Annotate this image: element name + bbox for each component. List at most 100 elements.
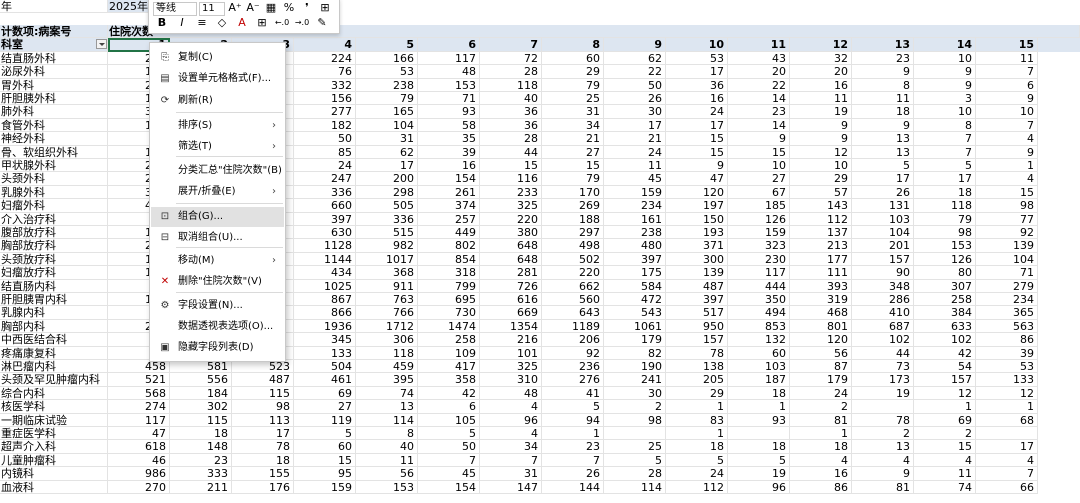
- table-cell[interactable]: 17: [232, 427, 294, 441]
- italic-button[interactable]: I: [173, 16, 191, 30]
- toolbar-button-5[interactable]: ⊞: [317, 1, 333, 15]
- table-cell[interactable]: 633: [914, 319, 976, 334]
- table-cell[interactable]: 81: [852, 480, 914, 494]
- table-cell[interactable]: 47: [108, 427, 170, 441]
- table-cell[interactable]: 306: [356, 333, 418, 347]
- table-cell[interactable]: 257: [418, 212, 480, 226]
- row-label[interactable]: 血液科: [0, 480, 108, 494]
- table-cell[interactable]: 86: [976, 333, 1038, 347]
- table-cell[interactable]: 1: [914, 400, 976, 414]
- table-cell[interactable]: 2: [604, 400, 666, 414]
- table-cell[interactable]: 216: [480, 333, 542, 347]
- table-cell[interactable]: 24: [666, 467, 728, 481]
- font-size-box[interactable]: 11: [199, 2, 225, 16]
- column-header-9[interactable]: 9: [604, 38, 666, 52]
- table-cell[interactable]: 96: [480, 413, 542, 427]
- table-cell[interactable]: 12: [790, 145, 852, 159]
- table-cell[interactable]: 190: [604, 360, 666, 374]
- table-cell[interactable]: 1354: [480, 319, 542, 334]
- table-cell[interactable]: 60: [728, 346, 790, 360]
- table-cell[interactable]: 21: [604, 132, 666, 146]
- table-cell[interactable]: 45: [418, 467, 480, 481]
- table-cell[interactable]: 92: [976, 226, 1038, 240]
- table-cell[interactable]: 461: [294, 373, 356, 387]
- table-cell[interactable]: 85: [294, 145, 356, 159]
- table-cell[interactable]: 213: [790, 239, 852, 253]
- table-cell[interactable]: 4: [480, 427, 542, 441]
- table-cell[interactable]: 1: [790, 427, 852, 441]
- table-cell[interactable]: 310: [480, 373, 542, 387]
- table-cell[interactable]: 15: [914, 440, 976, 454]
- table-cell[interactable]: 126: [728, 212, 790, 226]
- row-label[interactable]: 超声介入科: [0, 440, 108, 454]
- table-cell[interactable]: 93: [418, 105, 480, 119]
- table-cell[interactable]: 114: [604, 480, 666, 494]
- table-cell[interactable]: 397: [294, 212, 356, 226]
- column-header-14[interactable]: 14: [914, 38, 976, 52]
- table-cell[interactable]: 19: [728, 467, 790, 481]
- table-cell[interactable]: 468: [790, 306, 852, 320]
- table-cell[interactable]: 220: [480, 212, 542, 226]
- table-cell[interactable]: 10: [790, 159, 852, 173]
- table-cell[interactable]: 7: [914, 145, 976, 159]
- table-cell[interactable]: 687: [852, 319, 914, 334]
- table-cell[interactable]: 276: [542, 373, 604, 387]
- table-cell[interactable]: 69: [294, 386, 356, 401]
- table-cell[interactable]: 44: [852, 346, 914, 360]
- row-label[interactable]: 中西医结合科: [0, 333, 108, 347]
- table-cell[interactable]: 584: [604, 279, 666, 293]
- table-cell[interactable]: 39: [976, 346, 1038, 360]
- table-cell[interactable]: 1: [542, 427, 604, 441]
- table-cell[interactable]: 11: [852, 92, 914, 106]
- table-cell[interactable]: 358: [418, 373, 480, 387]
- table-cell[interactable]: 234: [976, 293, 1038, 307]
- table-cell[interactable]: 30: [604, 386, 666, 401]
- table-cell[interactable]: 4: [852, 453, 914, 468]
- table-cell[interactable]: 7: [976, 118, 1038, 133]
- table-cell[interactable]: 36: [666, 78, 728, 92]
- table-cell[interactable]: 126: [914, 252, 976, 267]
- table-cell[interactable]: 9: [666, 159, 728, 173]
- row-label[interactable]: 乳腺外科: [0, 185, 108, 200]
- toolbar-button-2[interactable]: ▦: [263, 1, 279, 15]
- table-cell[interactable]: 766: [356, 306, 418, 320]
- table-cell[interactable]: 1474: [418, 319, 480, 334]
- table-cell[interactable]: 79: [542, 172, 604, 186]
- table-cell[interactable]: 393: [790, 279, 852, 293]
- table-cell[interactable]: 87: [790, 360, 852, 374]
- table-cell[interactable]: 50: [604, 78, 666, 92]
- table-cell[interactable]: 86: [790, 480, 852, 494]
- row-label[interactable]: 头颈及罕见肿瘤内科: [0, 373, 108, 387]
- table-cell[interactable]: 630: [294, 226, 356, 240]
- table-cell[interactable]: 853: [728, 319, 790, 334]
- table-cell[interactable]: 563: [976, 319, 1038, 334]
- row-label[interactable]: 肝胆胰胃内科: [0, 293, 108, 307]
- table-cell[interactable]: 5: [666, 453, 728, 468]
- table-cell[interactable]: 119: [294, 413, 356, 427]
- table-cell[interactable]: 270: [108, 480, 170, 494]
- table-cell[interactable]: 866: [294, 306, 356, 320]
- table-cell[interactable]: 279: [976, 279, 1038, 293]
- table-cell[interactable]: 66: [976, 480, 1038, 494]
- table-cell[interactable]: 458: [108, 360, 170, 374]
- table-cell[interactable]: 54: [914, 360, 976, 374]
- table-cell[interactable]: 120: [790, 333, 852, 347]
- table-cell[interactable]: 22: [604, 65, 666, 79]
- table-cell[interactable]: 9: [914, 78, 976, 92]
- table-cell[interactable]: 616: [480, 293, 542, 307]
- row-label[interactable]: 结直肠内科: [0, 279, 108, 293]
- table-cell[interactable]: 28: [480, 65, 542, 79]
- table-cell[interactable]: 11: [976, 51, 1038, 66]
- table-cell[interactable]: 20: [790, 65, 852, 79]
- table-cell[interactable]: 173: [852, 373, 914, 387]
- fill-color-button[interactable]: ◇: [213, 16, 231, 30]
- table-cell[interactable]: 224: [294, 51, 356, 66]
- table-cell[interactable]: 13: [852, 145, 914, 159]
- table-cell[interactable]: 35: [418, 132, 480, 146]
- table-cell[interactable]: 10: [976, 105, 1038, 119]
- table-cell[interactable]: 16: [666, 92, 728, 106]
- table-cell[interactable]: 76: [294, 65, 356, 79]
- table-cell[interactable]: 662: [542, 279, 604, 293]
- table-cell[interactable]: 154: [418, 480, 480, 494]
- table-cell[interactable]: 78: [666, 346, 728, 360]
